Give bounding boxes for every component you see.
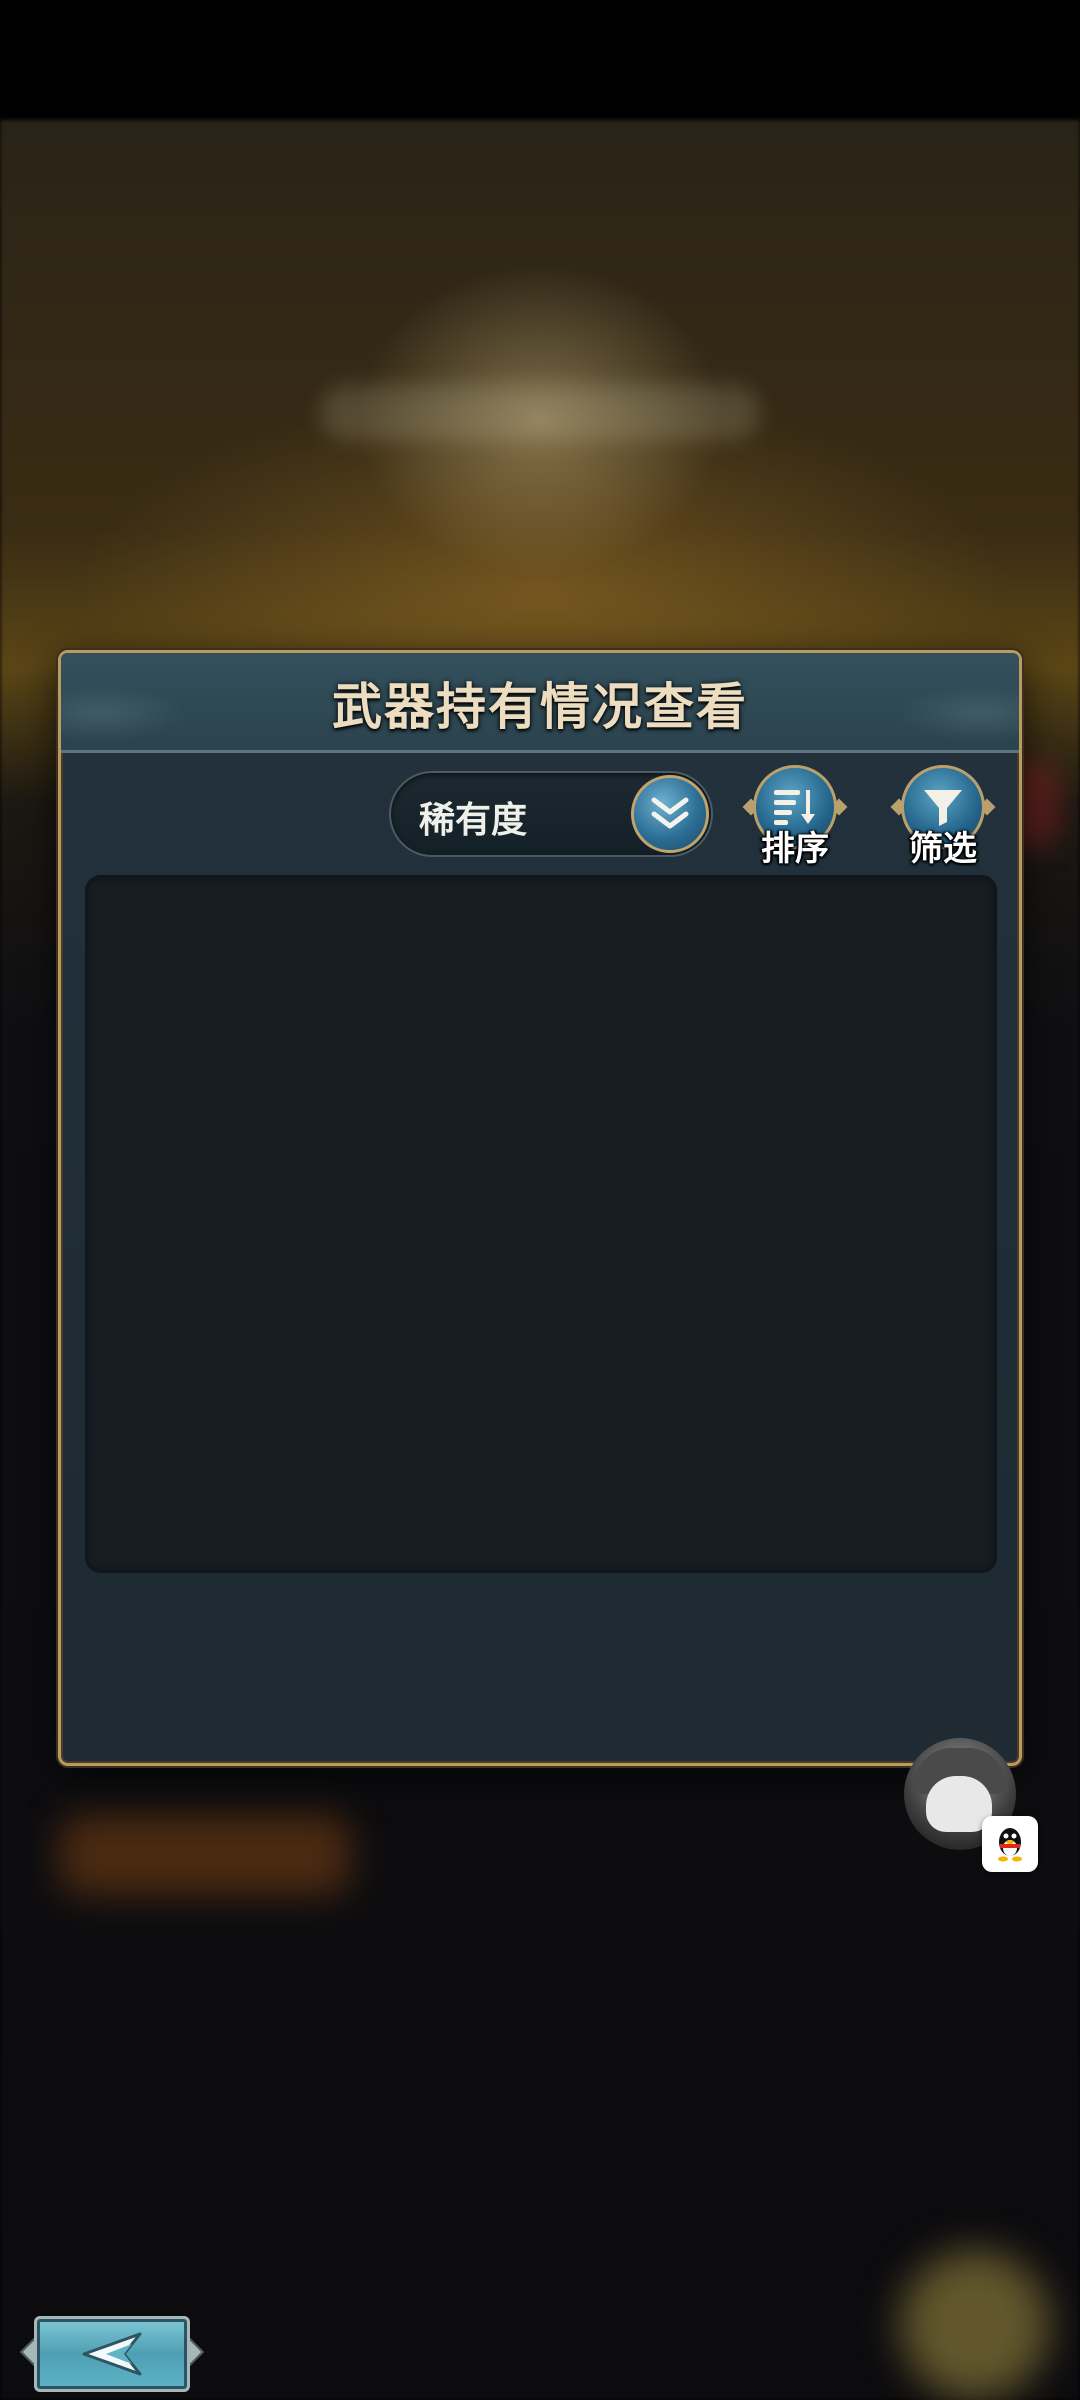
background-blurred-title: [320, 385, 760, 440]
sort-field-value: 稀有度: [419, 800, 528, 841]
qq-badge[interactable]: [982, 1816, 1038, 1872]
background-blurred-orb: [900, 2250, 1050, 2400]
dropdown-toggle-button[interactable]: [631, 775, 709, 853]
background-blurred-button: [60, 1815, 350, 1895]
filter-button-label: 筛选: [909, 829, 977, 869]
back-arrow-icon: [82, 2332, 142, 2376]
status-bar: [0, 0, 1080, 120]
double-chevron-down-icon: [651, 797, 689, 829]
weapon-list-area[interactable]: [85, 875, 997, 1573]
dialog-header: 武器持有情况查看: [61, 653, 1019, 753]
sort-field-dropdown[interactable]: 稀有度: [389, 771, 713, 857]
sort-button-label: 排序: [761, 829, 829, 869]
back-button[interactable]: [19, 2312, 205, 2396]
qq-penguin-icon: [998, 1828, 1022, 1862]
filter-button[interactable]: 筛选: [890, 765, 996, 869]
weapon-ownership-dialog: 武器持有情况查看 稀有度 排序 筛选: [58, 650, 1022, 1766]
dialog-title: 武器持有情况查看: [332, 677, 748, 736]
sort-button[interactable]: 排序: [742, 765, 848, 869]
